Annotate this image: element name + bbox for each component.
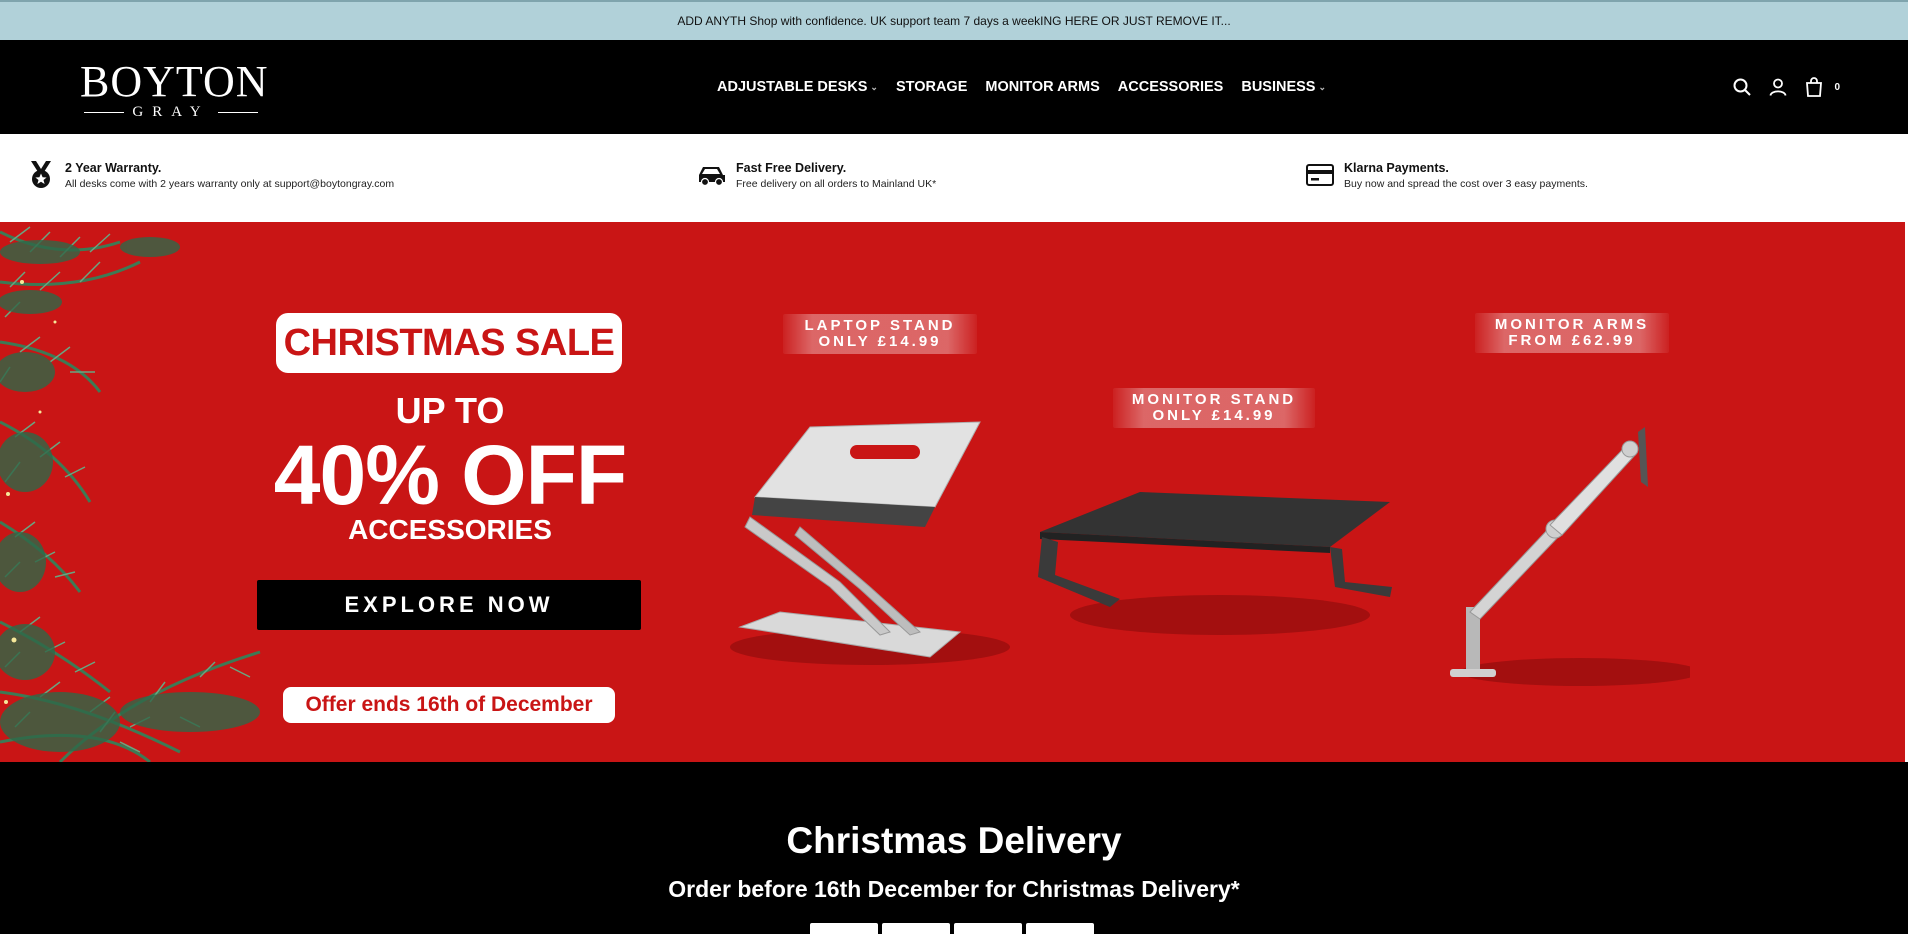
header-icons: 0 (1732, 40, 1840, 134)
delivery-title: Christmas Delivery (786, 820, 1122, 861)
countdown-timer (810, 923, 1094, 934)
hero-discount: 40% OFF (273, 428, 627, 522)
medal-icon (26, 160, 56, 190)
logo-main-text: BOYTON (80, 57, 269, 106)
pine-branches-decoration (0, 226, 261, 762)
nav-label: STORAGE (895, 79, 968, 95)
usp-desc: Free delivery on all orders to Mainland … (736, 178, 937, 190)
monitor-stand-image[interactable] (1030, 487, 1400, 647)
nav-adjustable-desks[interactable]: ADJUSTABLE DESKS ⌄ (717, 79, 878, 95)
logo-sub-text: GRAY (132, 104, 210, 120)
usp-klarna: Klarna Payments. Buy now and spread the … (1305, 160, 1588, 192)
countdown-box-seconds (1026, 923, 1094, 934)
price-tag-line2: ONLY £14.99 (1152, 407, 1276, 424)
countdown-box-minutes (954, 923, 1022, 934)
laptop-stand-image[interactable] (720, 417, 1020, 672)
account-icon[interactable] (1768, 77, 1788, 97)
announcement-text: ADD ANYTH Shop with confidence. UK suppo… (677, 14, 1231, 28)
price-tag-line2: FROM £62.99 (1508, 332, 1636, 349)
nav-accessories[interactable]: ACCESSORIES (1118, 79, 1224, 95)
usp-bar: 2 Year Warranty. All desks come with 2 y… (0, 134, 1908, 222)
countdown-box-hours (882, 923, 950, 934)
price-tag-line1: MONITOR STAND (1131, 391, 1297, 408)
main-nav: ADJUSTABLE DESKS ⌄ STORAGE MONITOR ARMS … (717, 40, 1326, 134)
nav-label: ACCESSORIES (1117, 79, 1224, 95)
usp-delivery: Fast Free Delivery. Free delivery on all… (697, 160, 936, 192)
chevron-down-icon: ⌄ (1318, 81, 1327, 92)
nav-monitor-arms[interactable]: MONITOR ARMS (985, 79, 1099, 95)
delivery-subtitle: Order before 16th December for Christmas… (668, 876, 1240, 902)
nav-storage[interactable]: STORAGE (896, 79, 967, 95)
price-tag-line2: ONLY £14.99 (818, 333, 942, 350)
chevron-down-icon: ⌄ (870, 81, 878, 92)
price-tag-line1: LAPTOP STAND (804, 317, 956, 334)
logo-rule-right (217, 111, 258, 113)
nav-label: BUSINESS (1241, 79, 1316, 95)
car-icon (697, 160, 727, 190)
price-tag-line1: MONITOR ARMS (1494, 316, 1650, 333)
logo[interactable]: BOYTON GRAY (80, 57, 269, 121)
usp-desc: All desks come with 2 years warranty onl… (65, 178, 395, 190)
price-tag-monitor-arms: MONITOR ARMS FROM £62.99 (1475, 313, 1669, 353)
search-icon[interactable] (1732, 77, 1752, 97)
usp-title: Fast Free Delivery. (736, 161, 847, 175)
price-tag-laptop-stand: LAPTOP STAND ONLY £14.99 (783, 314, 977, 354)
logo-sub: GRAY (80, 104, 262, 120)
explore-now-button[interactable]: EXPLORE NOW (257, 580, 641, 630)
christmas-delivery-section: Christmas Delivery Order before 16th Dec… (0, 762, 1908, 934)
countdown-box-days (810, 923, 878, 934)
cart-count: 0 (1834, 81, 1840, 93)
announcement-bar: ADD ANYTH Shop with confidence. UK suppo… (0, 0, 1908, 40)
price-tag-monitor-stand: MONITOR STAND ONLY £14.99 (1113, 388, 1315, 428)
nav-business[interactable]: BUSINESS ⌄ (1241, 79, 1326, 95)
cart-icon[interactable] (1804, 77, 1824, 97)
usp-title: 2 Year Warranty. (65, 161, 162, 175)
monitor-arm-image[interactable] (1430, 407, 1690, 697)
usp-desc: Buy now and spread the cost over 3 easy … (1344, 178, 1588, 190)
logo-rule-left (84, 111, 125, 113)
usp-warranty: 2 Year Warranty. All desks come with 2 y… (26, 160, 394, 192)
usp-title: Klarna Payments. (1344, 161, 1449, 175)
nav-label: MONITOR ARMS (985, 79, 1100, 95)
offer-ends-badge: Offer ends 16th of December (283, 687, 615, 723)
christmas-sale-badge: CHRISTMAS SALE (276, 313, 622, 373)
site-header: BOYTON GRAY ADJUSTABLE DESKS ⌄ STORAGE M… (0, 40, 1908, 134)
hero-category: ACCESSORIES (348, 514, 552, 545)
hero-upto: UP TO (395, 390, 505, 431)
hero-banner[interactable]: CHRISTMAS SALE UP TO 40% OFF ACCESSORIES… (0, 222, 1905, 762)
credit-card-icon (1305, 160, 1335, 190)
nav-label: ADJUSTABLE DESKS (717, 79, 868, 95)
